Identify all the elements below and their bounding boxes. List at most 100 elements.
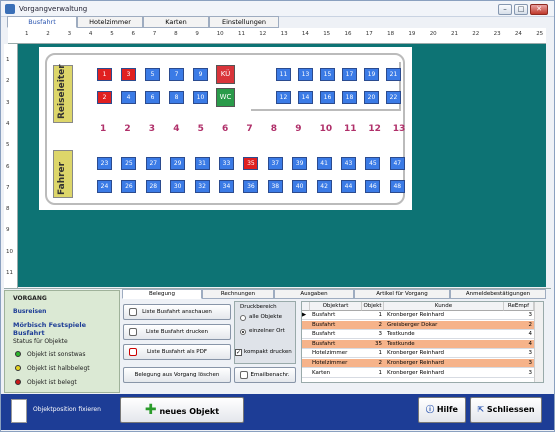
row-number: 9 [295,124,302,134]
seat-28[interactable]: 28 [145,180,161,193]
seat-21[interactable]: 21 [386,68,401,81]
seat-26[interactable]: 26 [121,180,137,193]
einzelner-ort-radio[interactable] [240,329,246,335]
seat-27[interactable]: 27 [145,157,161,170]
seat-30[interactable]: 30 [170,180,186,193]
row-number: 6 [222,124,229,134]
seat-4[interactable]: 4 [121,91,136,104]
seat-34[interactable]: 34 [219,180,234,193]
seat-14[interactable]: 14 [298,91,313,104]
einzelner-ort-label: einzelner Ort [249,328,285,334]
tab-anmeldebestaetigungen[interactable]: Anmeldebestätigungen [450,289,546,299]
col-objektart[interactable]: Objektart [310,302,362,311]
liste-pdf-button[interactable]: Liste Busfahrt als PDF [123,344,231,360]
seat-9[interactable]: 9 [193,68,208,81]
seat-13[interactable]: 13 [298,68,313,81]
col-objekt[interactable]: Objekt [362,302,384,311]
table-row[interactable]: Hotelzimmer 2 Kronberger Reinhard 3 [302,359,534,368]
ruler-h-tick: 25 [536,31,544,37]
ruler-h-tick: 22 [472,31,480,37]
ruler-h-tick: 21 [451,31,458,37]
cell-re: 3 [528,360,533,366]
tab-karten[interactable]: Karten [143,16,209,28]
table-row[interactable]: Busfahrt 2 Greisberger Dokar 2 [302,320,534,330]
seat-3[interactable]: 3 [121,68,136,81]
wc-box[interactable]: WC [216,88,235,107]
druckbereich-title: Druckbereich [240,304,277,310]
seat-22[interactable]: 22 [386,91,401,104]
seat-38[interactable]: 38 [267,180,283,193]
status-red-icon [15,379,21,385]
seat-1[interactable]: 1 [97,68,112,81]
seat-10[interactable]: 10 [193,91,208,104]
seat-23[interactable]: 23 [97,157,112,170]
tab-busfahrt[interactable]: Busfahrt [7,16,77,28]
seat-31[interactable]: 31 [194,157,210,170]
table-row[interactable]: Busfahrt 35 Testkunde 4 [302,339,534,349]
seat-40[interactable]: 40 [292,180,308,193]
tab-artikel[interactable]: Artikel für Vorgang [354,289,450,299]
table-row[interactable]: Hotelzimmer 1 Kronberger Reinhard 3 [302,349,534,359]
maximize-button[interactable]: □ [514,4,528,15]
belegung-loeschen-button[interactable]: Belegung aus Vorgang löschen [123,367,231,383]
status-green-icon [15,351,21,357]
seat-6[interactable]: 6 [145,91,160,104]
tab-hotelzimmer[interactable]: Hotelzimmer [77,16,143,28]
minimize-button[interactable]: – [498,4,512,15]
seat-15[interactable]: 15 [320,68,335,81]
seat-8[interactable]: 8 [169,91,184,104]
table-scrollbar[interactable] [534,302,543,382]
seat-32[interactable]: 32 [194,180,210,193]
seat-12[interactable]: 12 [276,91,291,104]
table-row[interactable]: ▶ Busfahrt 1 Kronberger Reinhard 3 [302,311,534,320]
seat-45[interactable]: 45 [365,157,381,170]
seat-42[interactable]: 42 [316,180,332,193]
tab-ausgaben[interactable]: Ausgaben [274,289,354,299]
seat-17[interactable]: 17 [342,68,357,81]
seat-44[interactable]: 44 [341,180,356,193]
close-button[interactable]: ✕ [530,4,548,15]
seat-29[interactable]: 29 [170,157,186,170]
seat-47[interactable]: 47 [389,157,405,170]
alle-objekte-radio[interactable] [240,315,246,321]
seat-43[interactable]: 43 [341,157,356,170]
email-button[interactable]: Emailbenachr. [234,367,296,383]
seat-41[interactable]: 41 [316,157,332,170]
seat-24[interactable]: 24 [97,180,112,193]
seat-20[interactable]: 20 [364,91,379,104]
seat-33[interactable]: 33 [219,157,234,170]
hilfe-button[interactable]: ⓘ Hilfe [418,397,466,423]
kompakt-checkbox[interactable]: ✓ [235,349,242,356]
col-kunde[interactable]: Kunde [384,302,504,311]
seat-18[interactable]: 18 [342,91,357,104]
table-row[interactable]: Busfahrt 3 Testkunde 4 [302,330,534,340]
row-number: 5 [197,124,204,134]
kueche-box[interactable]: KÜ [216,65,235,84]
seat-7[interactable]: 7 [169,68,184,81]
seat-11[interactable]: 11 [276,68,291,81]
seat-5[interactable]: 5 [145,68,160,81]
seat-16[interactable]: 16 [320,91,335,104]
seat-35[interactable]: 35 [243,157,259,170]
cell-obj: 1 [378,312,383,318]
seat-19[interactable]: 19 [364,68,379,81]
pin-icon[interactable] [11,399,27,423]
table-row[interactable]: Karten 1 Kronberger Reinhard 3 [302,369,534,378]
neues-objekt-button[interactable]: ✚ neues Objekt [120,397,244,423]
tab-belegung[interactable]: Belegung [122,289,202,299]
schliessen-button[interactable]: ⇱ Schliessen [470,397,542,423]
tab-einstellungen[interactable]: Einstellungen [209,16,279,28]
liste-anschauen-button[interactable]: Liste Busfahrt anschauen [123,304,231,320]
ruler-v-tick: 9 [6,227,10,234]
col-reempf[interactable]: ReEmpf [504,302,534,311]
seat-36[interactable]: 36 [243,180,259,193]
cell-kunde: Testkunde [387,340,415,347]
seat-39[interactable]: 39 [292,157,308,170]
seat-2[interactable]: 2 [97,91,112,104]
seat-48[interactable]: 48 [389,180,405,193]
tab-rechnungen[interactable]: Rechnungen [202,289,274,299]
seat-37[interactable]: 37 [267,157,283,170]
seat-25[interactable]: 25 [121,157,137,170]
liste-drucken-button[interactable]: Liste Busfahrt drucken [123,324,231,340]
seat-46[interactable]: 46 [365,180,381,193]
